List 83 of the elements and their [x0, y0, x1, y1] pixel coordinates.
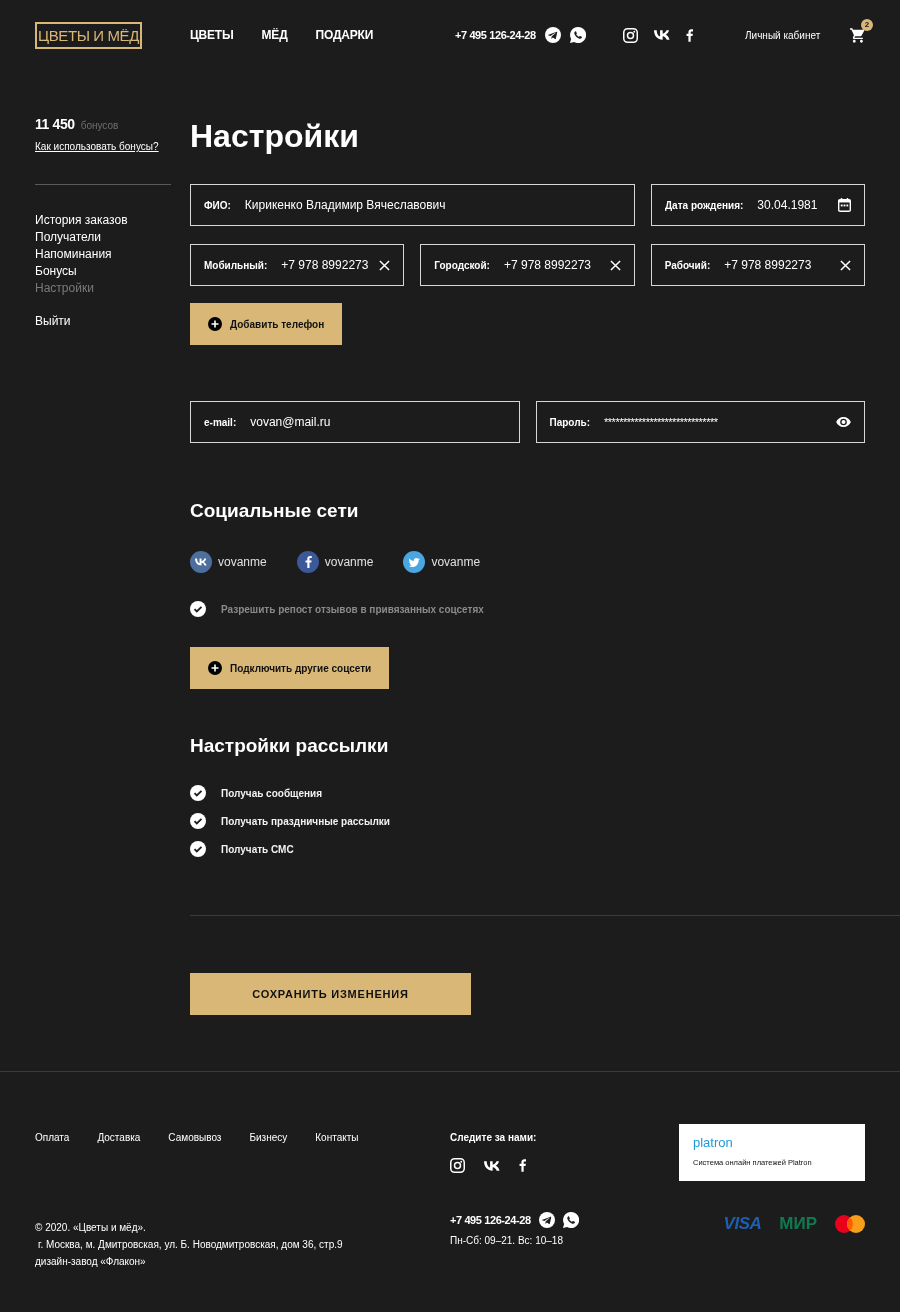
account-name: vovanme: [218, 555, 267, 569]
save-button[interactable]: СОХРАНИТЬ ИЗМЕНЕНИЯ: [190, 973, 471, 1015]
whatsapp-icon[interactable]: [562, 1212, 579, 1228]
date-field[interactable]: Дата рождения: 30.04.1981: [651, 184, 865, 226]
copyright-text: © 2020. «Цветы и мёд».: [35, 1221, 146, 1235]
account-link[interactable]: Личный кабинет: [745, 29, 821, 41]
whatsapp-icon[interactable]: [569, 27, 586, 43]
facebook-icon[interactable]: [296, 551, 319, 573]
checkbox-label: Получаь сообщения: [221, 787, 323, 799]
mir-logo: МИР: [779, 1214, 817, 1233]
footer-link[interactable]: Бизнесу: [249, 1131, 288, 1145]
account-name: vovanme: [324, 555, 374, 569]
bonus-amount: 11 450: [35, 116, 75, 132]
twitter-icon[interactable]: [403, 551, 426, 573]
bonus-unit: бонусов: [80, 120, 119, 131]
phone-field[interactable]: Городской: +7 978 8992273: [420, 244, 635, 286]
footer-link[interactable]: Оплата: [35, 1131, 70, 1145]
field-label: Мобильный:: [204, 259, 268, 271]
checkbox-label: Разрешить репост отзывов в привязанных соцсетях: [221, 603, 484, 615]
phone-number: +7 495 126-24-28: [455, 29, 536, 41]
field-label: Дата рождения:: [665, 199, 744, 211]
section-title: Социальные сети: [190, 499, 360, 523]
checkbox[interactable]: [190, 785, 206, 801]
password-field[interactable]: Пароль: ******************************: [535, 401, 865, 443]
clear-icon[interactable]: [609, 259, 621, 271]
working-hours: Пн-Сб: 09–21. Вс: 10–18: [450, 1234, 563, 1248]
field-label: Рабочий:: [664, 259, 711, 271]
vk-icon[interactable]: [190, 551, 212, 573]
footer-link[interactable]: Доставка: [97, 1131, 141, 1145]
nav-link[interactable]: МЁД: [261, 28, 288, 42]
logout-link[interactable]: Выйти: [35, 313, 71, 330]
platron-logo: platron: [693, 1135, 733, 1151]
page-title: Настройки: [190, 117, 360, 156]
footer-link[interactable]: Самовывоз: [168, 1131, 222, 1145]
phone-number: +7 495 126-24-28: [450, 1214, 531, 1226]
facebook-icon[interactable]: [519, 1159, 526, 1172]
mastercard-icon: [835, 1214, 865, 1233]
nav-link[interactable]: ПОДАРКИ: [315, 28, 374, 42]
section-title: Настройки рассылки: [190, 734, 390, 758]
sidebar-menu-item[interactable]: История заказов: [35, 212, 128, 229]
site-logo[interactable]: ЦВЕТЫ И МЁД: [35, 21, 142, 49]
field-label: ФИО:: [204, 199, 231, 211]
field-label: Городской:: [434, 259, 490, 271]
cart-count-badge: 2: [861, 18, 873, 31]
telegram-icon[interactable]: [538, 1212, 555, 1228]
sidebar-menu-item[interactable]: Настройки: [35, 280, 94, 297]
plus-icon: [208, 317, 222, 331]
footer-link[interactable]: Контакты: [315, 1131, 359, 1145]
vk-icon[interactable]: [654, 30, 670, 40]
address-text: г. Москва, м. Дмитровская, ул. Б. Новодмитровская, дом 36, стр.9: [37, 1238, 343, 1252]
account-name: vovanme: [431, 555, 481, 569]
sidebar-menu-item[interactable]: Получатели: [35, 229, 102, 246]
vk-icon[interactable]: [484, 1160, 500, 1171]
nav-link[interactable]: ЦВЕТЫ: [190, 28, 234, 42]
cart-icon[interactable]: [850, 27, 865, 43]
checkbox[interactable]: [190, 813, 206, 829]
instagram-icon[interactable]: [450, 1158, 465, 1173]
add-phone-button[interactable]: Добавить телефон: [190, 303, 343, 345]
calendar-icon[interactable]: [838, 198, 851, 212]
sidebar-menu-item[interactable]: Напоминания: [35, 246, 112, 263]
instagram-icon[interactable]: [623, 27, 638, 43]
bonus-help-link[interactable]: Как использовать бонусы?: [35, 140, 159, 154]
text-field[interactable]: ФИО: Кирикенко Владимир Вячеславович: [190, 184, 635, 226]
follow-label: Следите за нами:: [450, 1131, 537, 1145]
checkbox-label: Получать СМС: [221, 843, 294, 855]
clear-icon[interactable]: [840, 259, 851, 271]
phone-field[interactable]: Мобильный: +7 978 8992273: [190, 244, 405, 286]
checkbox-label: Получать праздничные рассылки: [221, 815, 390, 827]
telegram-icon[interactable]: [544, 27, 561, 43]
checkbox[interactable]: [190, 601, 206, 617]
eye-icon[interactable]: [836, 417, 851, 427]
visa-logo: VISA: [723, 1214, 762, 1233]
connect-social-button[interactable]: Подключить другие соцсети: [190, 647, 390, 689]
clear-icon[interactable]: [379, 259, 391, 271]
text-field[interactable]: e-mail: vovan@mail.ru: [190, 401, 520, 443]
phone-field[interactable]: Рабочий: +7 978 8992273: [650, 244, 865, 286]
plus-icon: [208, 661, 222, 675]
field-label: e-mail:: [204, 416, 237, 428]
facebook-icon[interactable]: [686, 28, 693, 42]
designer-credit: дизайн-завод «Флакон»: [35, 1255, 146, 1269]
field-label: Пароль:: [549, 416, 591, 428]
checkbox[interactable]: [190, 841, 206, 857]
sidebar-menu-item[interactable]: Бонусы: [35, 263, 77, 280]
